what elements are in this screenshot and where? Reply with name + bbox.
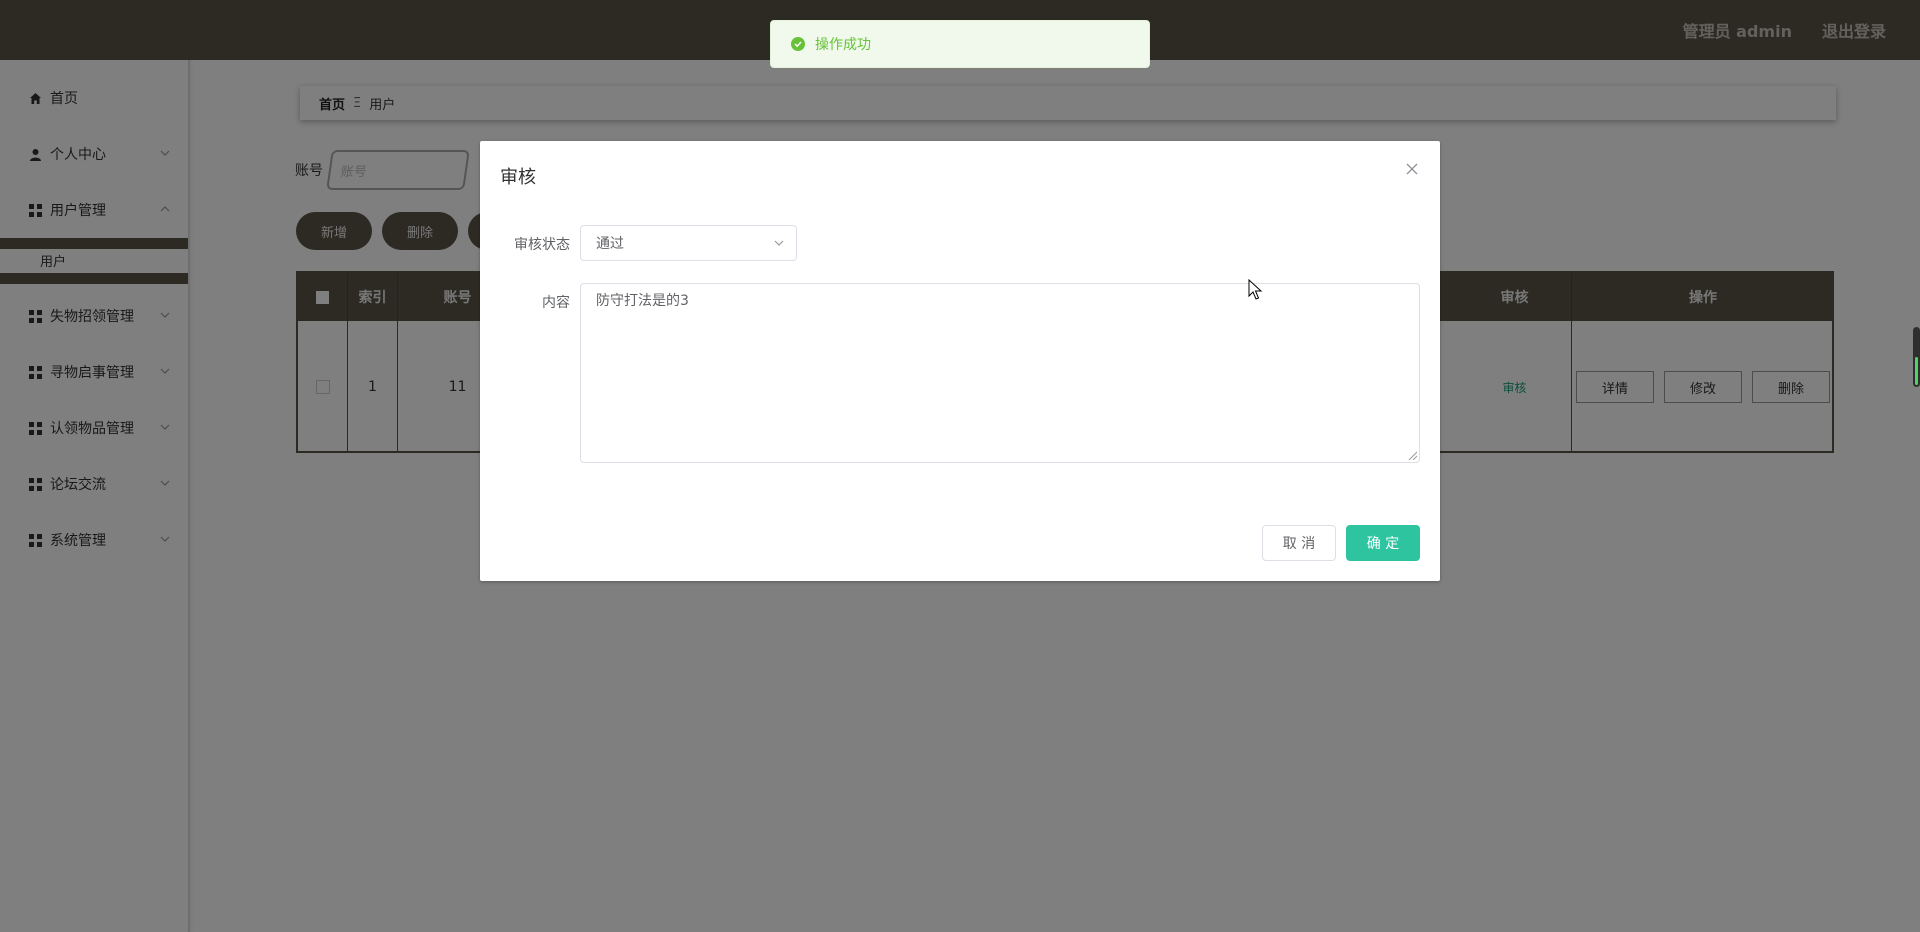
content-textarea[interactable]: 防守打法是的3 [580, 283, 1420, 463]
toast-message: 操作成功 [815, 37, 871, 53]
resize-handle-icon[interactable] [1407, 450, 1417, 460]
review-dialog: 审核 审核状态 通过 内容 防守打法是的3 取 消 确 定 [480, 141, 1440, 581]
dialog-title: 审核 [500, 167, 536, 188]
close-icon[interactable] [1404, 161, 1420, 177]
status-select[interactable]: 通过 [580, 225, 797, 261]
content-value: 防守打法是的3 [596, 293, 689, 309]
mouse-cursor-icon [1248, 279, 1263, 300]
chevron-down-icon [774, 240, 784, 246]
confirm-button[interactable]: 确 定 [1346, 525, 1420, 561]
page-scrollbar[interactable] [1913, 327, 1920, 387]
status-value: 通过 [596, 236, 624, 252]
status-label: 审核状态 [514, 237, 570, 253]
content-label: 内容 [542, 295, 570, 311]
success-toast: 操作成功 [770, 20, 1150, 68]
cancel-button[interactable]: 取 消 [1262, 525, 1336, 561]
success-check-icon [791, 37, 805, 51]
